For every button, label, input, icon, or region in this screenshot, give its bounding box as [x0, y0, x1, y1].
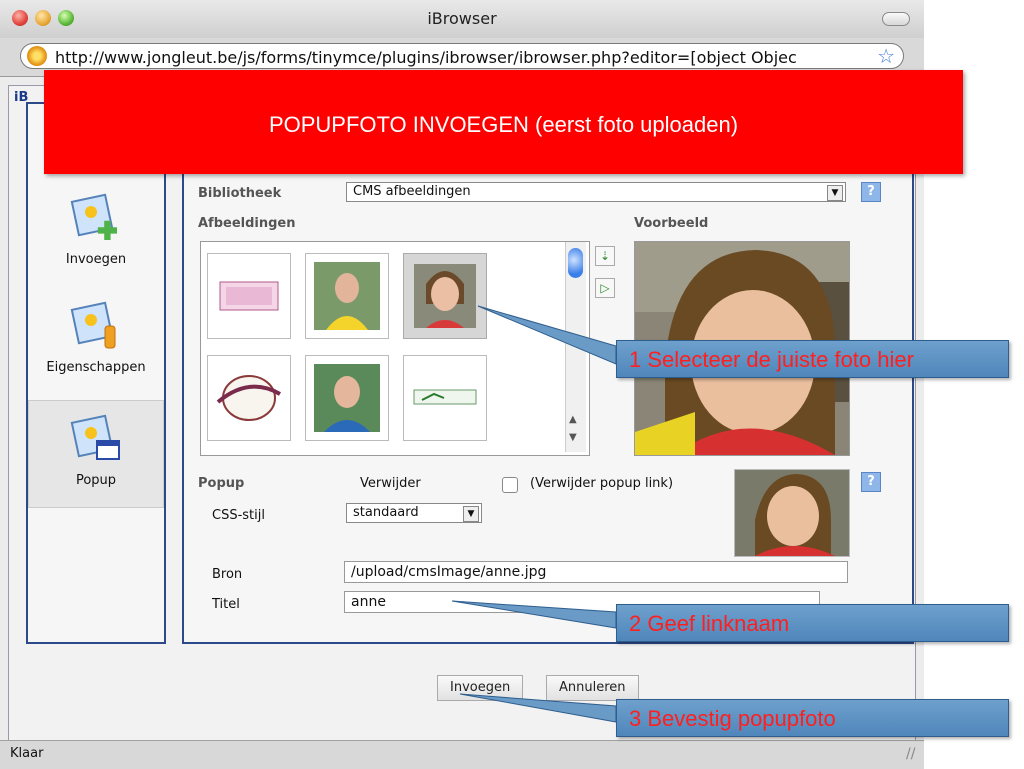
callout-step-3: 3 Bevestig popupfoto — [616, 699, 1009, 737]
callout-step-3-text: 3 Bevestig popupfoto — [629, 706, 836, 731]
callout-pointer-1 — [477, 305, 617, 365]
callout-pointers — [451, 305, 617, 723]
callout-step-2: 2 Geef linknaam — [616, 604, 1009, 642]
callout-step-1: 1 Selecteer de juiste foto hier — [616, 340, 1009, 378]
callout-step-2-text: 2 Geef linknaam — [629, 611, 790, 636]
callout-pointer-2 — [451, 600, 617, 629]
callout-pointer-3 — [459, 693, 617, 723]
callout-step-1-text: 1 Selecteer de juiste foto hier — [629, 347, 914, 372]
